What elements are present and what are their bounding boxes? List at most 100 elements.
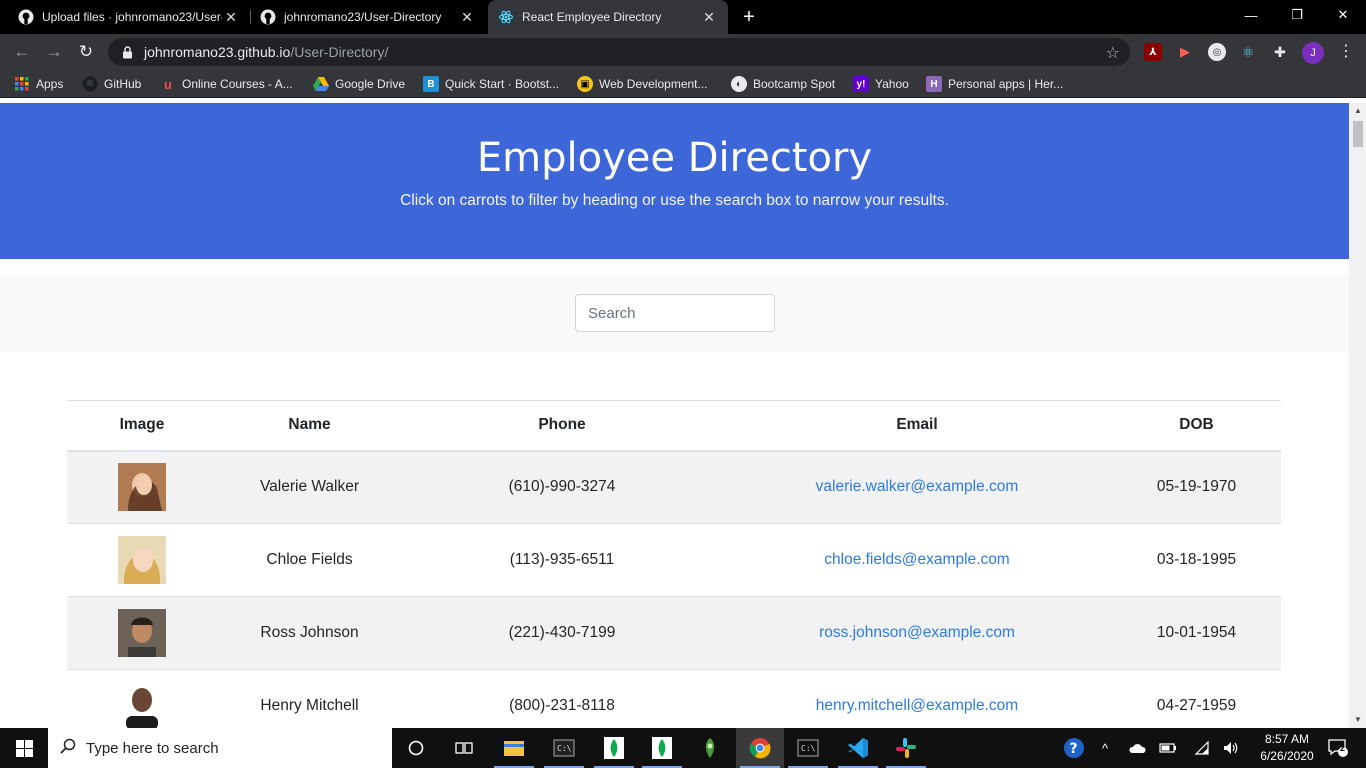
employee-table: Image Name Phone Email DOB Valerie Walke…	[67, 400, 1281, 728]
notification-icon	[1328, 739, 1348, 757]
avatar	[118, 682, 166, 728]
close-icon[interactable]: ✕	[458, 9, 476, 26]
wifi-icon[interactable]	[1190, 728, 1214, 768]
chevron-up-icon[interactable]: ^	[1094, 728, 1116, 768]
bookmark-bootstrap-quick-start[interactable]: B Quick Start · Bootst...	[423, 70, 559, 98]
terminal-icon[interactable]: C:\	[540, 728, 588, 768]
column-header-email[interactable]: Email	[722, 400, 1112, 452]
table-row: Ross Johnson (221)-430-7199 ross.johnson…	[67, 596, 1281, 670]
name-cell: Henry Mitchell	[217, 669, 402, 728]
command-prompt-icon[interactable]: C:\	[784, 728, 832, 768]
svg-text:C:\: C:\	[801, 744, 816, 753]
yahoo-icon: y!	[853, 76, 869, 92]
bookmark-heroku-personal-apps[interactable]: H Personal apps | Her...	[926, 70, 1063, 98]
windows-logo-icon	[15, 739, 33, 757]
phone-cell: (221)-430-7199	[402, 596, 722, 670]
web-dev-icon: ▣	[577, 76, 593, 92]
apps-grid-icon	[14, 76, 30, 92]
column-header-image[interactable]: Image	[67, 400, 217, 452]
page-header: Employee Directory Click on carrots to f…	[0, 103, 1349, 259]
screen-recorder-extension-icon[interactable]: ▶	[1176, 43, 1194, 61]
mongodb-icon[interactable]	[638, 728, 686, 768]
slack-icon[interactable]	[882, 728, 930, 768]
dob-cell: 03-18-1995	[1112, 523, 1281, 597]
bookmarks-bar: Apps GitHub u Online Courses - A... Goog…	[0, 70, 1366, 98]
scroll-up-arrow-icon[interactable]: ▲	[1353, 106, 1363, 116]
onedrive-cloud-icon[interactable]	[1124, 728, 1150, 768]
chrome-icon[interactable]	[736, 728, 784, 768]
reload-icon[interactable]: ↻	[74, 40, 98, 64]
dob-cell: 05-19-1970	[1112, 450, 1281, 524]
bookmark-google-drive[interactable]: Google Drive	[313, 70, 405, 98]
file-explorer-icon[interactable]	[490, 728, 538, 768]
phone-cell: (113)-935-6511	[402, 523, 722, 597]
restore-window-button[interactable]: ❐	[1274, 0, 1320, 30]
tab-title: React Employee Directory	[522, 10, 662, 24]
page-scrollbar[interactable]: ▲ ▼	[1349, 103, 1366, 728]
column-header-phone[interactable]: Phone	[402, 400, 722, 452]
forward-arrow-icon[interactable]: →	[42, 40, 66, 64]
address-bar[interactable]: johnromano23.github.io/User-Directory/ ☆	[108, 38, 1130, 66]
table-row: Chloe Fields (113)-935-6511 chloe.fields…	[67, 523, 1281, 597]
react-devtools-icon[interactable]: ⚛	[1239, 43, 1257, 61]
close-icon[interactable]: ✕	[222, 9, 240, 26]
help-icon[interactable]: ?	[1060, 728, 1088, 768]
bookmark-star-icon[interactable]: ☆	[1106, 43, 1120, 63]
phone-cell: (800)-231-8118	[402, 669, 722, 728]
extensions-puzzle-icon[interactable]: ✚	[1271, 43, 1289, 61]
volume-icon[interactable]	[1220, 728, 1242, 768]
close-window-button[interactable]: ✕	[1320, 0, 1366, 30]
email-link[interactable]: ross.johnson@example.com	[819, 624, 1015, 641]
scroll-down-arrow-icon[interactable]: ▼	[1353, 715, 1363, 725]
bookmark-bootcamp-spot[interactable]: ◐ Bootcamp Spot	[731, 70, 835, 98]
mongodb-compass-icon[interactable]	[590, 728, 638, 768]
url-path: /User-Directory/	[290, 44, 389, 60]
url-host: johnromano23.github.io	[144, 44, 291, 60]
windows-start-button[interactable]	[0, 728, 48, 768]
column-header-name[interactable]: Name	[217, 400, 402, 452]
minimize-window-button[interactable]: —	[1228, 0, 1274, 30]
search-section	[0, 275, 1349, 352]
name-cell: Chloe Fields	[217, 523, 402, 597]
email-link[interactable]: valerie.walker@example.com	[816, 478, 1019, 495]
tab-upload-files[interactable]: Upload files · johnromano23/User-Directo…	[8, 0, 250, 34]
tab-react-employee-directory[interactable]: React Employee Directory ✕	[488, 0, 728, 34]
image-cell	[67, 523, 217, 597]
udemy-icon: u	[164, 76, 172, 92]
scrollbar-thumb[interactable]	[1353, 121, 1363, 147]
back-arrow-icon[interactable]: ←	[10, 40, 34, 64]
bookmark-label: Bootcamp Spot	[753, 77, 836, 91]
github-icon	[82, 76, 98, 92]
bookmark-apps[interactable]: Apps	[14, 70, 63, 98]
name-cell: Ross Johnson	[217, 596, 402, 670]
dob-cell: 10-01-1954	[1112, 596, 1281, 670]
dob-cell: 04-27-1959	[1112, 669, 1281, 728]
profile-avatar[interactable]: J	[1302, 42, 1324, 64]
close-icon[interactable]: ✕	[700, 9, 718, 26]
cortana-icon[interactable]	[392, 728, 440, 768]
bookmark-online-courses[interactable]: u Online Courses - A...	[160, 70, 293, 98]
new-tab-button[interactable]: +	[738, 4, 760, 30]
search-input[interactable]	[575, 294, 775, 332]
email-link[interactable]: henry.mitchell@example.com	[816, 697, 1018, 714]
robo3t-icon[interactable]	[686, 728, 734, 768]
tab-user-directory-repo[interactable]: johnromano23/User-Directory ✕	[250, 0, 486, 34]
avatar	[118, 536, 166, 584]
pdf-extension-icon[interactable]: ⅄	[1144, 43, 1162, 61]
column-header-dob[interactable]: DOB	[1112, 400, 1281, 452]
heroku-icon: H	[926, 76, 942, 92]
bookmark-label: Google Drive	[335, 77, 406, 91]
vscode-icon[interactable]	[834, 728, 882, 768]
battery-icon[interactable]	[1156, 728, 1180, 768]
bookmark-web-development[interactable]: ▣ Web Development...	[577, 70, 708, 98]
task-view-icon[interactable]	[440, 728, 488, 768]
notification-center-button[interactable]: 2	[1318, 728, 1358, 768]
taskbar-search-box[interactable]: Type here to search	[48, 728, 392, 768]
bookmark-github[interactable]: GitHub	[82, 70, 141, 98]
browser-menu-icon[interactable]: ⋮	[1338, 42, 1354, 62]
bookmark-label: GitHub	[104, 77, 142, 91]
loom-extension-icon[interactable]: ◎	[1208, 43, 1226, 61]
react-icon	[498, 9, 514, 25]
bookmark-yahoo[interactable]: y! Yahoo	[853, 70, 909, 98]
email-link[interactable]: chloe.fields@example.com	[824, 551, 1009, 568]
